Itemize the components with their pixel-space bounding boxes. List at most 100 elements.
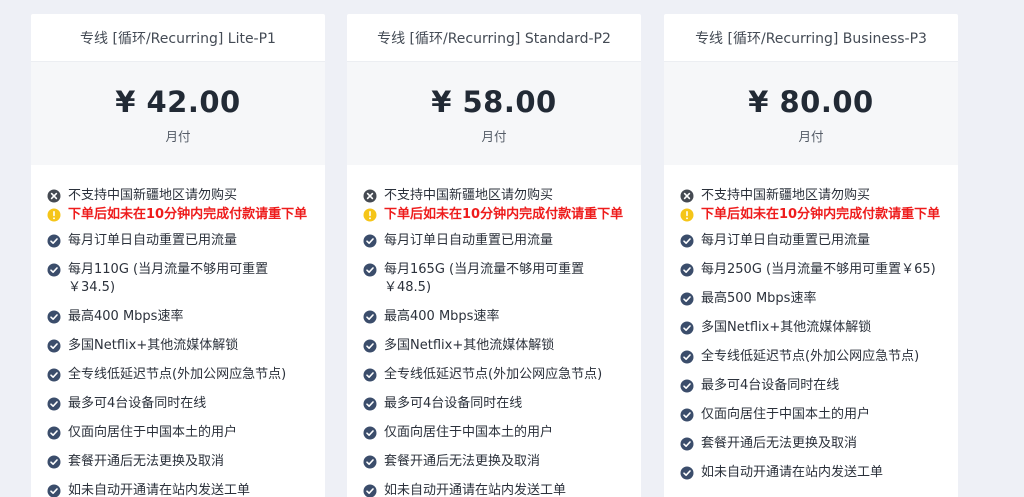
- feature-text: 如未自动开通请在站内发送工单: [701, 465, 884, 480]
- feature-text: 全专线低延迟节点(外加公网应急节点): [701, 349, 920, 364]
- check-circle-icon: [47, 263, 61, 277]
- plan-title: 专线 [循环/Recurring] Business-P3: [664, 14, 958, 62]
- plan-card-business-p3[interactable]: 专线 [循环/Recurring] Business-P3 ¥ 80.00 月付…: [664, 14, 958, 497]
- check-circle-icon: [680, 466, 694, 480]
- check-circle-icon: [680, 234, 694, 248]
- billing-period: 月付: [165, 129, 191, 144]
- check-circle-icon: [680, 350, 694, 364]
- check-circle-icon: [363, 339, 377, 353]
- feature-text: 最多可4台设备同时在线: [68, 396, 207, 411]
- check-circle-icon: [363, 455, 377, 469]
- plan-title: 专线 [循环/Recurring] Lite-P1: [31, 14, 325, 62]
- feature-text: 每月165G (当月流量不够用可重置 ￥48.5): [384, 262, 585, 295]
- x-circle-icon: [47, 189, 61, 203]
- feature-item: 每月110G (当月流量不够用可重置 ￥34.5): [47, 261, 309, 297]
- feature-item: 最多可4台设备同时在线: [47, 395, 309, 413]
- feature-item: 如未自动开通请在站内发送工单: [680, 464, 942, 482]
- plan-card-standard-p2[interactable]: 专线 [循环/Recurring] Standard-P2 ¥ 58.00 月付…: [347, 14, 641, 497]
- feature-text: 最多可4台设备同时在线: [701, 378, 840, 393]
- check-circle-icon: [47, 455, 61, 469]
- feature-list: 不支持中国新疆地区请勿购买下单后如未在10分钟内完成付款请重下单 每月订单日自动重…: [664, 165, 958, 482]
- feature-item: 全专线低延迟节点(外加公网应急节点): [363, 366, 625, 384]
- x-circle-icon: [363, 189, 377, 203]
- feature-item: 多国Netflix+其他流媒体解锁: [47, 337, 309, 355]
- plan-price: ¥ 42.00: [115, 85, 241, 119]
- feature-text: 最高500 Mbps速率: [701, 291, 817, 306]
- feature-text: 下单后如未在10分钟内完成付款请重下单: [68, 207, 308, 222]
- check-circle-icon: [47, 397, 61, 411]
- feature-text: 每月订单日自动重置已用流量: [701, 233, 871, 248]
- check-circle-icon: [363, 397, 377, 411]
- price-block: ¥ 80.00 月付: [664, 62, 958, 165]
- plan-price: ¥ 80.00: [748, 85, 874, 119]
- feature-item: 如未自动开通请在站内发送工单: [47, 482, 309, 497]
- check-circle-icon: [680, 263, 694, 277]
- feature-item: 全专线低延迟节点(外加公网应急节点): [680, 348, 942, 366]
- feature-text: 不支持中国新疆地区请勿购买: [384, 188, 554, 203]
- check-circle-icon: [363, 426, 377, 440]
- check-circle-icon: [47, 426, 61, 440]
- feature-item: 仅面向居住于中国本土的用户: [680, 406, 942, 424]
- feature-item: 套餐开通后无法更换及取消: [680, 435, 942, 453]
- feature-item: 不支持中国新疆地区请勿购买: [47, 187, 309, 205]
- feature-text: 套餐开通后无法更换及取消: [384, 454, 541, 469]
- feature-text: 全专线低延迟节点(外加公网应急节点): [68, 367, 287, 382]
- feature-text: 最高400 Mbps速率: [68, 309, 184, 324]
- feature-text: 多国Netflix+其他流媒体解锁: [701, 320, 872, 335]
- feature-item: 每月250G (当月流量不够用可重置￥65): [680, 261, 942, 279]
- feature-item: 最高500 Mbps速率: [680, 290, 942, 308]
- feature-item: 每月订单日自动重置已用流量: [47, 232, 309, 250]
- feature-text: 仅面向居住于中国本土的用户: [384, 425, 554, 440]
- feature-text: 最高400 Mbps速率: [384, 309, 500, 324]
- feature-item: 最多可4台设备同时在线: [363, 395, 625, 413]
- feature-item: 最多可4台设备同时在线: [680, 377, 942, 395]
- feature-item: 下单后如未在10分钟内完成付款请重下单: [680, 206, 942, 224]
- warning-icon: [363, 208, 377, 222]
- feature-item: 每月165G (当月流量不够用可重置 ￥48.5): [363, 261, 625, 297]
- feature-item: 下单后如未在10分钟内完成付款请重下单: [47, 206, 309, 224]
- feature-text: 不支持中国新疆地区请勿购买: [701, 188, 871, 203]
- check-circle-icon: [47, 484, 61, 497]
- feature-text: 如未自动开通请在站内发送工单: [384, 483, 567, 497]
- plan-card-lite-p1[interactable]: 专线 [循环/Recurring] Lite-P1 ¥ 42.00 月付 不支持…: [31, 14, 325, 497]
- feature-text: 全专线低延迟节点(外加公网应急节点): [384, 367, 603, 382]
- feature-item: 每月订单日自动重置已用流量: [680, 232, 942, 250]
- check-circle-icon: [47, 234, 61, 248]
- check-circle-icon: [363, 368, 377, 382]
- pricing-page: 专线 [循环/Recurring] Lite-P1 ¥ 42.00 月付 不支持…: [0, 0, 1024, 497]
- feature-item: 如未自动开通请在站内发送工单: [363, 482, 625, 497]
- warning-icon: [680, 208, 694, 222]
- feature-item: 全专线低延迟节点(外加公网应急节点): [47, 366, 309, 384]
- check-circle-icon: [363, 263, 377, 277]
- warning-icon: [47, 208, 61, 222]
- check-circle-icon: [363, 484, 377, 497]
- x-circle-icon: [680, 189, 694, 203]
- feature-list: 不支持中国新疆地区请勿购买下单后如未在10分钟内完成付款请重下单 每月订单日自动重…: [31, 165, 325, 497]
- feature-text: 每月订单日自动重置已用流量: [68, 233, 238, 248]
- feature-item: 仅面向居住于中国本土的用户: [47, 424, 309, 442]
- check-circle-icon: [680, 292, 694, 306]
- check-circle-icon: [363, 234, 377, 248]
- feature-text: 下单后如未在10分钟内完成付款请重下单: [701, 207, 941, 222]
- feature-item: 最高400 Mbps速率: [363, 308, 625, 326]
- feature-text: 套餐开通后无法更换及取消: [68, 454, 225, 469]
- feature-item: 多国Netflix+其他流媒体解锁: [680, 319, 942, 337]
- feature-item: 套餐开通后无法更换及取消: [363, 453, 625, 471]
- check-circle-icon: [680, 408, 694, 422]
- feature-text: 套餐开通后无法更换及取消: [701, 436, 858, 451]
- feature-item: 多国Netflix+其他流媒体解锁: [363, 337, 625, 355]
- check-circle-icon: [47, 339, 61, 353]
- feature-item: 每月订单日自动重置已用流量: [363, 232, 625, 250]
- feature-text: 多国Netflix+其他流媒体解锁: [384, 338, 555, 353]
- feature-text: 下单后如未在10分钟内完成付款请重下单: [384, 207, 624, 222]
- feature-text: 仅面向居住于中国本土的用户: [68, 425, 238, 440]
- check-circle-icon: [47, 368, 61, 382]
- billing-period: 月付: [481, 129, 507, 144]
- check-circle-icon: [47, 310, 61, 324]
- feature-text: 如未自动开通请在站内发送工单: [68, 483, 251, 497]
- feature-text: 最多可4台设备同时在线: [384, 396, 523, 411]
- feature-item: 仅面向居住于中国本土的用户: [363, 424, 625, 442]
- feature-item: 不支持中国新疆地区请勿购买: [363, 187, 625, 205]
- feature-text: 每月250G (当月流量不够用可重置￥65): [701, 262, 936, 277]
- check-circle-icon: [680, 437, 694, 451]
